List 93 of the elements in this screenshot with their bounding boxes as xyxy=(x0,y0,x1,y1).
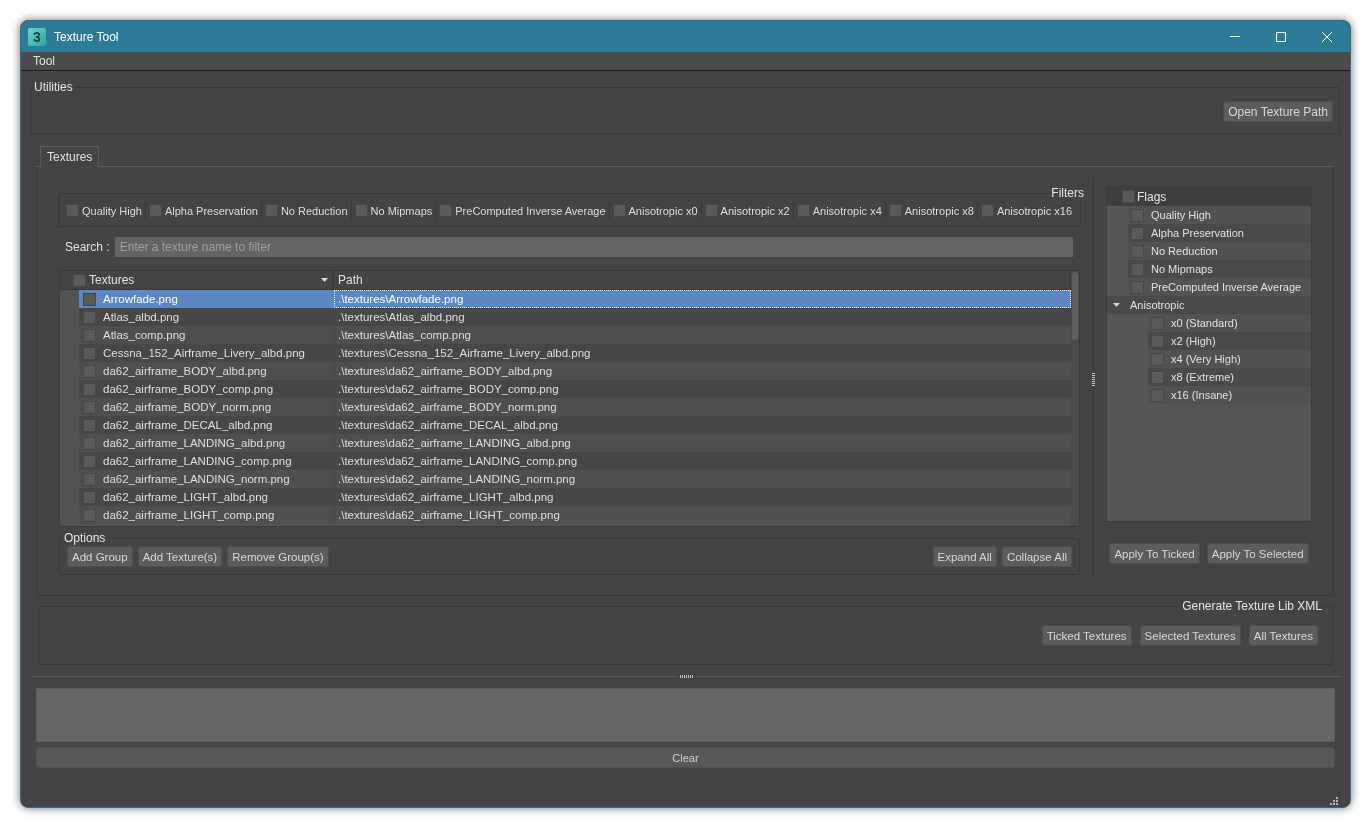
group-label: Anisotropic xyxy=(1130,299,1185,311)
tree-item[interactable]: Alpha Preservation xyxy=(1128,224,1311,242)
table-cell: da62_airframe_BODY_albd.png xyxy=(103,365,267,377)
option-button[interactable]: Expand All xyxy=(932,546,997,567)
table-cell: Arrowfade.png xyxy=(103,293,178,305)
checkbox-label: Anisotropic x16 xyxy=(996,204,1073,217)
group-title: Utilities xyxy=(33,80,74,94)
checkbox-label: Anisotropic x8 xyxy=(904,204,974,217)
search-field[interactable]: Enter a texture name to filter xyxy=(114,237,1073,257)
flag-label: x2 (High) xyxy=(1171,335,1216,347)
checkbox-label: Quality High xyxy=(82,204,142,217)
table-cell: da62_airframe_BODY_norm.png xyxy=(103,401,272,413)
checkbox-label: Alpha Preservation xyxy=(164,204,258,217)
generate-button[interactable]: All Textures xyxy=(1248,625,1318,646)
flag-label: Alpha Preservation xyxy=(1151,227,1244,239)
table-row[interactable]: Atlas_comp.png .\textures\Atlas_comp.png xyxy=(79,326,1071,344)
tree-item[interactable]: Quality High xyxy=(1128,206,1311,224)
generate-button[interactable]: Ticked Textures xyxy=(1041,625,1132,646)
group-title: Options xyxy=(63,531,107,545)
table-row[interactable]: da62_airframe_LANDING_comp.png .\textures\da62_airframe_LANDING_comp.png xyxy=(79,452,1071,470)
option-button[interactable]: Add Group xyxy=(67,546,133,567)
app-logo: 3 xyxy=(28,27,46,46)
table-cell: Cessna_152_Airframe_Livery_albd.png xyxy=(103,347,305,359)
checkbox-label: PreComputed Inverse Average xyxy=(455,204,606,217)
utility-button[interactable]: Open Texture Path xyxy=(1223,101,1333,122)
table-row[interactable]: da62_airframe_LANDING_albd.png .\textures\da62_airframe_LANDING_albd.png xyxy=(79,434,1071,452)
tree-item[interactable]: Anisotropic xyxy=(1107,296,1311,314)
menu-item[interactable]: Tool xyxy=(27,52,61,70)
table-row[interactable]: da62_airframe_BODY_albd.png .\textures\da62_airframe_BODY_albd.png xyxy=(79,362,1071,380)
table-cell: da62_airframe_DECAL_albd.png xyxy=(103,419,273,431)
tab[interactable]: Textures xyxy=(40,146,100,167)
tree-item[interactable]: No Mipmaps xyxy=(1128,260,1311,278)
clear-button[interactable]: Clear xyxy=(36,747,1335,768)
flag-label: x16 (Insane) xyxy=(1171,389,1233,401)
table-cell: da62_airframe_LIGHT_albd.png xyxy=(103,491,268,503)
checkbox[interactable] xyxy=(83,292,96,306)
flag-label: No Mipmaps xyxy=(1151,263,1213,275)
output-log[interactable] xyxy=(36,688,1335,742)
table-cell: da62_airframe_LANDING_albd.png xyxy=(103,437,286,449)
close-icon xyxy=(1322,31,1332,42)
tree-item[interactable]: x0 (Standard) xyxy=(1148,314,1311,332)
apply-button[interactable]: Apply To Selected xyxy=(1206,543,1309,564)
checkbox-label: No Reduction xyxy=(280,204,348,217)
apply-button[interactable]: Apply To Ticked xyxy=(1109,543,1200,564)
tree-item[interactable]: PreComputed Inverse Average xyxy=(1128,278,1311,296)
checkbox-label: No Mipmaps xyxy=(370,204,433,217)
table-cell: Atlas_albd.png xyxy=(103,311,180,323)
splitter-grip-icon[interactable] xyxy=(679,674,693,678)
maximize-icon xyxy=(1276,31,1286,42)
table-row[interactable]: da62_airframe_LANDING_norm.png .\textures\da62_airframe_LANDING_norm.png xyxy=(79,470,1071,488)
option-button[interactable]: Remove Group(s) xyxy=(227,546,329,567)
table-row[interactable]: Cessna_152_Airframe_Livery_albd.png .\textures\Cessna_152_Airframe_Livery_albd.png xyxy=(79,344,1071,362)
window-title: Texture Tool xyxy=(54,29,120,44)
caret-icon[interactable] xyxy=(1113,303,1120,307)
table-cell: da62_airframe_BODY_comp.png xyxy=(103,383,274,395)
column-header[interactable]: Flags xyxy=(1107,187,1311,206)
search-label: Search : xyxy=(65,240,110,254)
minimize-icon xyxy=(1230,36,1240,37)
table-row[interactable]: Atlas_albd.png .\textures\Atlas_albd.png xyxy=(79,308,1071,326)
table-row[interactable]: da62_airframe_BODY_comp.png .\textures\da62_airframe_BODY_comp.png xyxy=(79,380,1071,398)
flag-label: x8 (Extreme) xyxy=(1171,371,1234,383)
option-button[interactable]: Collapse All xyxy=(1001,546,1072,567)
option-button[interactable]: Add Texture(s) xyxy=(137,546,223,567)
tree-item[interactable]: x2 (High) xyxy=(1148,332,1311,350)
table-row[interactable]: da62_airframe_LIGHT_comp.png .\textures\da62_airframe_LIGHT_comp.png xyxy=(79,506,1071,524)
table-cell: da62_airframe_LANDING_norm.png xyxy=(103,473,290,485)
checkbox-label: Anisotropic x4 xyxy=(812,204,882,217)
splitter-grip-icon[interactable] xyxy=(1092,372,1095,386)
table-cell: Atlas_comp.png xyxy=(103,329,186,341)
group-title: Filters xyxy=(1050,186,1085,200)
table-row[interactable]: da62_airframe_DECAL_albd.png .\textures\da62_airframe_DECAL_albd.png xyxy=(79,416,1071,434)
table-cell: da62_airframe_LANDING_comp.png xyxy=(103,455,292,467)
table-row[interactable]: Arrowfade.png .\textures\Arrowfade.png xyxy=(79,290,1071,308)
flag-label: Quality High xyxy=(1151,209,1211,221)
flag-label: PreComputed Inverse Average xyxy=(1151,281,1302,293)
checkbox-label: Anisotropic x0 xyxy=(628,204,698,217)
table-row[interactable]: da62_airframe_BODY_norm.png .\textures\da62_airframe_BODY_norm.png xyxy=(79,398,1071,416)
scrollbar-thumb[interactable] xyxy=(1072,272,1078,340)
resize-grip-icon[interactable] xyxy=(1330,797,1338,805)
checkbox-label: Anisotropic x2 xyxy=(720,204,790,217)
checkbox[interactable] xyxy=(1122,190,1135,203)
tree-item[interactable]: x4 (Very High) xyxy=(1148,350,1311,368)
flag-label: x0 (Standard) xyxy=(1171,317,1238,329)
flag-label: No Reduction xyxy=(1151,245,1218,257)
generate-button[interactable]: Selected Textures xyxy=(1139,625,1241,646)
table-row[interactable]: da62_airframe_LIGHT_albd.png .\textures\da62_airframe_LIGHT_albd.png xyxy=(79,488,1071,506)
flag-label: x4 (Very High) xyxy=(1171,353,1241,365)
table-cell: da62_airframe_LIGHT_comp.png xyxy=(103,509,275,521)
tree-item[interactable]: x16 (Insane) xyxy=(1148,386,1311,404)
tree-item[interactable]: No Reduction xyxy=(1128,242,1311,260)
column-header[interactable]: Textures xyxy=(60,271,334,289)
group-title: Generate Texture Lib XML xyxy=(1181,599,1323,613)
tree-item[interactable]: x8 (Extreme) xyxy=(1148,368,1311,386)
